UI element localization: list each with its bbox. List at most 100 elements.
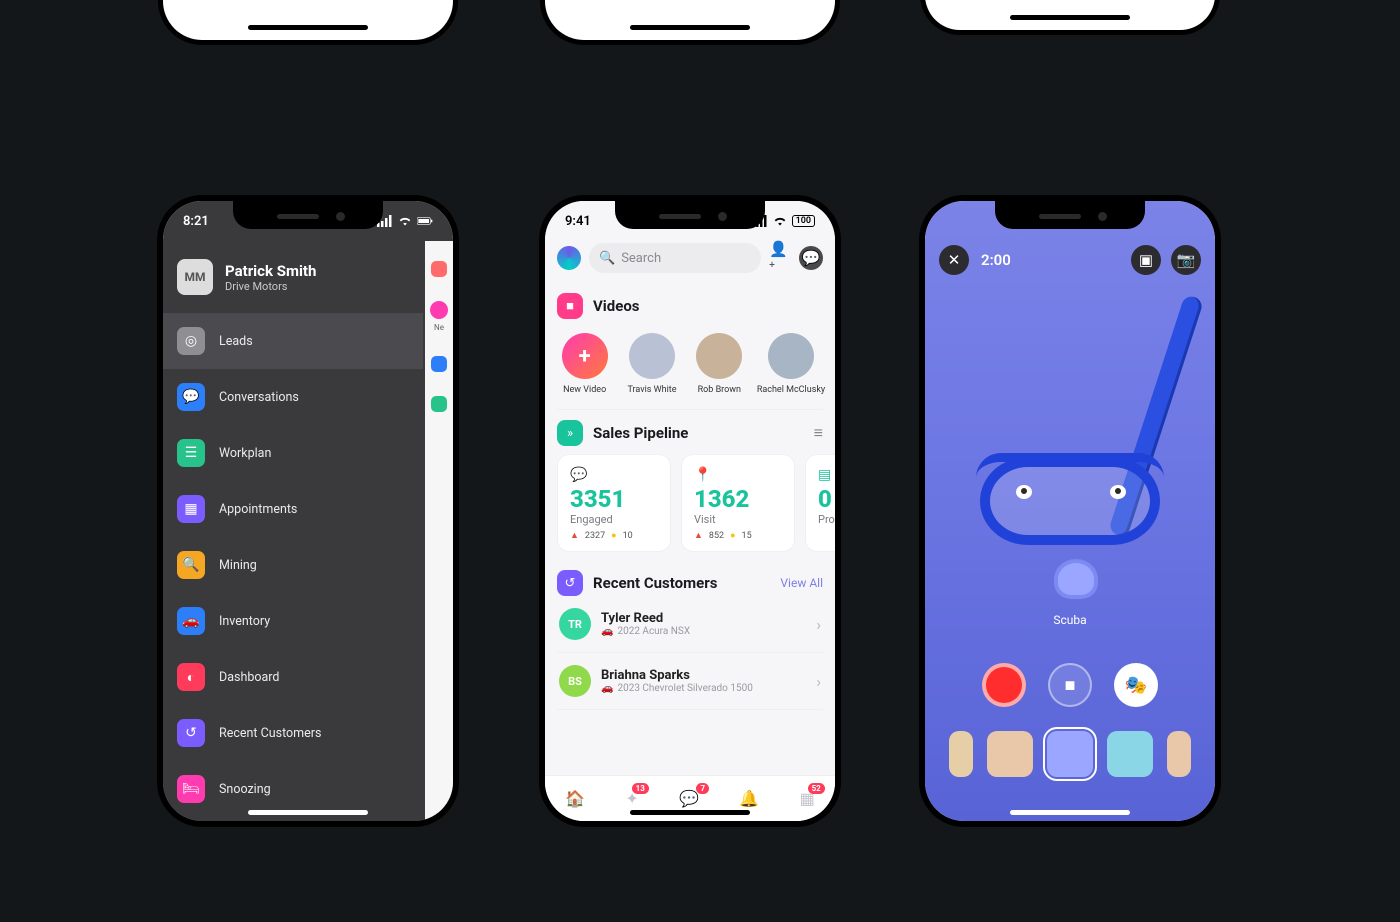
gallery-button[interactable]: ▣ <box>1131 245 1161 275</box>
tab-sparkle[interactable]: ✦13 <box>625 789 638 808</box>
tab-home[interactable]: 🏠 <box>565 789 585 808</box>
videos-row: + New Video Travis White Rob Brown Rache… <box>557 327 823 410</box>
avatar <box>696 333 742 379</box>
view-all-link[interactable]: View All <box>780 576 823 590</box>
sidebar-item-snoozing[interactable]: 🛏 Snoozing <box>163 761 423 817</box>
sidebar-item-mining[interactable]: 🔍 Mining <box>163 537 423 593</box>
tab-comments[interactable]: 💬7 <box>679 789 699 808</box>
messages-button[interactable]: 💬 <box>799 246 823 270</box>
camera-preview <box>925 201 1215 821</box>
filter-thumb[interactable] <box>1167 731 1191 777</box>
sidebar-item-label: Appointments <box>219 502 297 517</box>
sidebar-item-workplan[interactable]: ☰ Workplan <box>163 425 423 481</box>
history-icon: ↺ <box>177 719 205 747</box>
calendar-icon: ▦ <box>177 495 205 523</box>
background-peek: Ne <box>425 241 453 821</box>
sidebar-item-leads[interactable]: ◎ Leads <box>163 313 423 369</box>
chat-icon: 💬 <box>570 467 658 483</box>
section-title: Recent Customers <box>593 574 717 592</box>
customer-initials: BS <box>559 665 591 697</box>
home-indicator <box>248 25 368 30</box>
recent-customers-header: ↺ Recent Customers View All <box>557 570 823 596</box>
search-placeholder: Search <box>621 251 661 266</box>
customer-row[interactable]: TR Tyler Reed 🚗2022 Acura NSX › <box>557 596 823 653</box>
video-item-label: Rob Brown <box>698 385 741 395</box>
pipeline-card-partial[interactable]: ▤ 0 Pro <box>805 454 835 552</box>
peek-item <box>431 261 447 277</box>
sidebar-item-label: Inventory <box>219 614 270 629</box>
sidebar-item-label: Recent Customers <box>219 726 321 741</box>
video-item-label: New Video <box>563 385 606 395</box>
sidebar-item-dashboard[interactable]: ◐ Dashboard <box>163 649 423 705</box>
filter-name: Scuba <box>1053 613 1086 627</box>
filter-thumbnails[interactable] <box>925 731 1215 777</box>
badge: 13 <box>632 783 649 794</box>
filters-button[interactable]: 🎭 <box>1114 663 1158 707</box>
peek-item <box>431 396 447 412</box>
app-logo-icon[interactable] <box>557 246 581 270</box>
phone-sidebar-menu: 8:21 Ne MM Patrick Smith Drive Motors <box>158 196 458 826</box>
profile-header[interactable]: MM Patrick Smith Drive Motors <box>163 241 423 313</box>
search-input[interactable]: 🔍 Search <box>589 243 761 273</box>
pipeline-stats: ▲2327 ●10 <box>570 530 658 541</box>
filter-thumb[interactable] <box>1107 731 1153 777</box>
sidebar-item-label: Leads <box>219 334 253 349</box>
stop-button[interactable]: ■ <box>1048 663 1092 707</box>
sidebar-item-appointments[interactable]: ▦ Appointments <box>163 481 423 537</box>
tab-notifications[interactable]: 🔔 <box>739 789 759 808</box>
avatar <box>768 333 814 379</box>
sidebar-item-conversations[interactable]: 💬 Conversations <box>163 369 423 425</box>
customer-initials: TR <box>559 608 591 640</box>
sidebar-item-video-library[interactable]: ▶ Video Library <box>163 817 423 826</box>
sidebar-item-inventory[interactable]: 🚗 Inventory <box>163 593 423 649</box>
customer-row[interactable]: BS Briahna Sparks 🚗2023 Chevrolet Silver… <box>557 653 823 710</box>
target-icon: ◎ <box>177 327 205 355</box>
filter-thumb-selected[interactable] <box>1047 731 1093 777</box>
record-timer: 2:00 <box>981 251 1011 269</box>
alert-icon: ▲ <box>570 530 579 541</box>
sidebar-item-label: Workplan <box>219 446 271 461</box>
car-icon: 🚗 <box>601 626 613 637</box>
pipeline-card-engaged[interactable]: 💬 3351 Engaged ▲2327 ●10 <box>557 454 671 552</box>
plus-icon: + <box>562 333 608 379</box>
status-time: 8:21 <box>183 214 209 229</box>
video-item-label: Rachel McClusky <box>757 385 825 395</box>
pipeline-section-header: » Sales Pipeline ≡ <box>557 420 823 446</box>
pipeline-value: 3351 <box>570 485 658 513</box>
notch <box>615 201 765 229</box>
new-video-button[interactable]: + New Video <box>559 333 610 395</box>
badge: 52 <box>808 783 825 794</box>
search-icon: 🔍 <box>599 251 615 266</box>
partial-phone-1 <box>158 0 458 45</box>
record-button[interactable] <box>982 663 1026 707</box>
video-item-label: Travis White <box>627 385 676 395</box>
camera-top-overlay: ✕ 2:00 ▣ 📷 <box>939 245 1201 275</box>
snooze-icon: 🛏 <box>177 775 205 803</box>
face-filter-overlay <box>970 371 1170 631</box>
peek-item: Ne <box>430 301 448 332</box>
filter-icon[interactable]: ≡ <box>814 423 823 443</box>
video-person[interactable]: Rob Brown <box>694 333 745 395</box>
forward-icon: » <box>557 420 583 446</box>
wifi-icon <box>397 213 413 229</box>
close-button[interactable]: ✕ <box>939 245 969 275</box>
sidebar-item-recent-customers[interactable]: ↺ Recent Customers <box>163 705 423 761</box>
filter-thumb[interactable] <box>949 731 973 777</box>
home-indicator <box>1010 810 1130 815</box>
add-user-button[interactable]: 👤⁺ <box>769 247 791 269</box>
partial-phone-3 <box>920 0 1220 35</box>
alert-icon: ▲ <box>694 530 703 541</box>
pipeline-cards[interactable]: 💬 3351 Engaged ▲2327 ●10 📍 1362 Visit ▲8… <box>557 454 823 552</box>
video-person[interactable]: Travis White <box>626 333 677 395</box>
video-person[interactable]: Rachel McClusky <box>761 333 821 395</box>
customer-name: Briahna Sparks <box>601 668 753 683</box>
car-icon: 🚗 <box>177 607 205 635</box>
pipeline-card-visit[interactable]: 📍 1362 Visit ▲852 ●15 <box>681 454 795 552</box>
tab-grid[interactable]: ▦52 <box>800 789 815 808</box>
notch <box>233 201 383 229</box>
sidebar-item-label: Conversations <box>219 390 299 405</box>
video-icon: ■ <box>557 293 583 319</box>
wifi-icon <box>772 213 788 229</box>
switch-camera-button[interactable]: 📷 <box>1171 245 1201 275</box>
filter-thumb[interactable] <box>987 731 1033 777</box>
